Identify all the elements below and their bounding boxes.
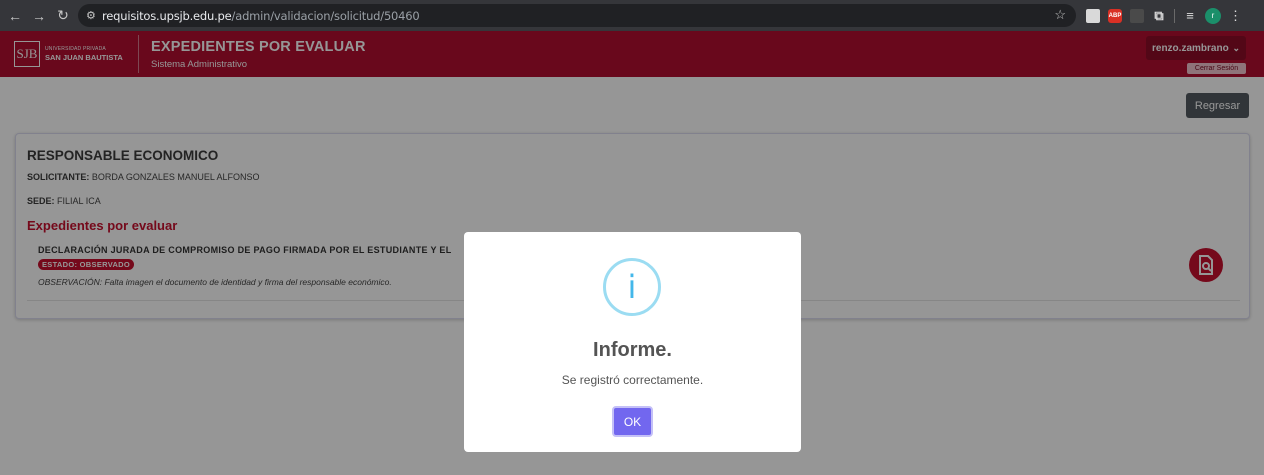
adblock-plus-icon[interactable]: ABP: [1108, 8, 1122, 23]
extensions-area: ABP ⧉ ≡ r ⋮: [1086, 0, 1242, 31]
reload-icon[interactable]: ↻: [52, 5, 74, 27]
star-icon[interactable]: ☆: [1054, 7, 1066, 23]
url-path: /admin/validacion/solicitud/50460: [231, 8, 420, 23]
info-icon: i: [603, 258, 661, 316]
profile-initial: r: [1211, 11, 1215, 20]
puzzle-icon[interactable]: ⧉: [1152, 8, 1166, 23]
kebab-menu-icon[interactable]: ⋮: [1229, 8, 1242, 24]
ok-button[interactable]: OK: [612, 406, 653, 437]
url-host: requisitos.upsjb.edu.pe: [102, 8, 232, 23]
back-arrow-icon[interactable]: ←: [4, 5, 26, 27]
address-bar[interactable]: ⚙ requisitos.upsjb.edu.pe/admin/validaci…: [78, 4, 1076, 27]
dialog-message: Se registró correctamente.: [561, 373, 704, 387]
url-text: requisitos.upsjb.edu.pe/admin/validacion…: [102, 9, 420, 23]
reading-list-icon[interactable]: ≡: [1183, 8, 1197, 23]
browser-toolbar: ← → ↻ ⚙ requisitos.upsjb.edu.pe/admin/va…: [0, 0, 1264, 31]
extension-icon[interactable]: [1130, 8, 1144, 23]
toolbar-divider: [1174, 8, 1175, 23]
forward-arrow-icon[interactable]: →: [28, 5, 50, 27]
adblock-label: ABP: [1108, 12, 1122, 19]
extension-icon[interactable]: [1086, 8, 1100, 23]
profile-avatar[interactable]: r: [1205, 7, 1221, 24]
info-dialog: i Informe. Se registró correctamente. OK: [464, 232, 801, 452]
dialog-title: Informe.: [593, 339, 672, 361]
tune-icon[interactable]: ⚙: [86, 9, 102, 22]
